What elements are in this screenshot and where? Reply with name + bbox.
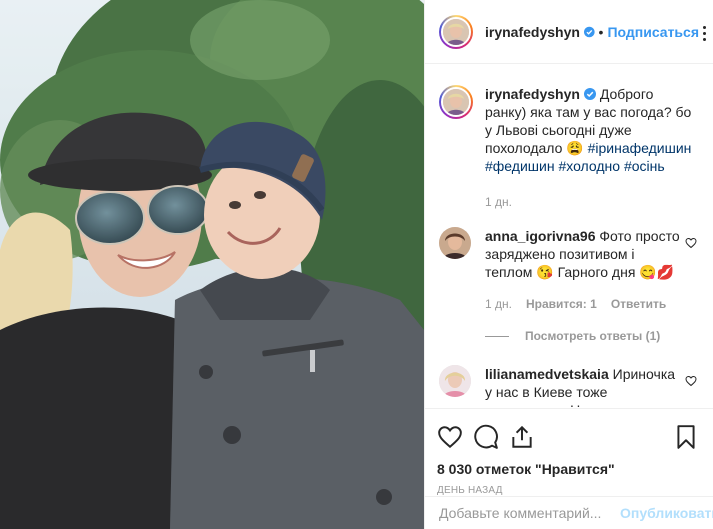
commenter-username[interactable]: anna_igorivna96 (485, 228, 596, 244)
likes-count[interactable]: 8 030 отметок "Нравится" (437, 461, 699, 477)
post-date[interactable]: день назад (437, 485, 699, 496)
comment-item: anna_igorivna96 Фото просто заряджено по… (439, 227, 697, 313)
verified-badge-icon (583, 26, 595, 37)
verified-badge-icon (583, 88, 596, 100)
commenter-avatar[interactable] (439, 227, 471, 259)
caption-avatar-image (443, 89, 469, 115)
comments-list[interactable]: irynafedyshyn Доброго ранку) яка там у в… (425, 65, 713, 407)
more-options-icon[interactable] (703, 26, 707, 44)
caption: irynafedyshyn Доброго ранку) яка там у в… (439, 85, 697, 211)
comment-item: lilianamedvetskaia Ириночка у нас в Киев… (439, 365, 697, 407)
instagram-post: irynafedyshyn • Подписаться irynafedyshy… (0, 0, 713, 529)
photo-illustration (0, 0, 424, 529)
hashtag-kholodno[interactable]: #холодно (558, 158, 620, 174)
publish-button[interactable]: Опубликовать (620, 505, 713, 521)
reply-button[interactable]: Ответить (611, 295, 666, 313)
bookmark-icon[interactable] (673, 424, 699, 450)
commenter-avatar-image (439, 227, 471, 259)
view-replies-button[interactable]: Посмотреть ответы (1) (485, 329, 697, 343)
heart-icon[interactable] (437, 424, 463, 450)
author-username[interactable]: irynafedyshyn (485, 24, 580, 40)
hashtag-fedyshyn[interactable]: #федишин (485, 158, 555, 174)
comment-time[interactable]: 1 дн. (485, 295, 512, 313)
caption-username[interactable]: irynafedyshyn (485, 86, 580, 102)
like-comment-icon[interactable] (685, 237, 697, 249)
share-icon[interactable] (509, 424, 535, 450)
separator-dot: • (598, 23, 604, 40)
hashtag-irynafedyshyn[interactable]: #іринафедишин (588, 140, 692, 156)
view-replies-label: Посмотреть ответы (1) (525, 329, 661, 343)
action-icons (437, 417, 699, 457)
caption-avatar[interactable] (439, 85, 473, 119)
post-actions: 8 030 отметок "Нравится" день назад (425, 408, 713, 496)
post-photo[interactable] (0, 0, 424, 529)
commenter-username[interactable]: lilianamedvetskaia (485, 366, 609, 382)
replies-divider (485, 335, 509, 337)
avatar-image (443, 18, 469, 45)
comment-input[interactable] (439, 505, 620, 521)
author-avatar[interactable] (439, 14, 473, 49)
add-comment-bar: Опубликовать (425, 496, 713, 529)
post-side-panel: irynafedyshyn • Подписаться irynafedyshy… (424, 0, 713, 529)
follow-button[interactable]: Подписаться (607, 24, 699, 40)
caption-time[interactable]: 1 дн. (485, 193, 512, 211)
comment-likes[interactable]: Нравится: 1 (526, 295, 597, 313)
commenter-avatar[interactable] (439, 365, 471, 397)
commenter-avatar-image (439, 365, 471, 397)
comment-icon[interactable] (473, 424, 499, 450)
post-header: irynafedyshyn • Подписаться (425, 0, 713, 64)
hashtag-osin[interactable]: #осінь (624, 158, 665, 174)
like-comment-icon[interactable] (685, 375, 697, 387)
